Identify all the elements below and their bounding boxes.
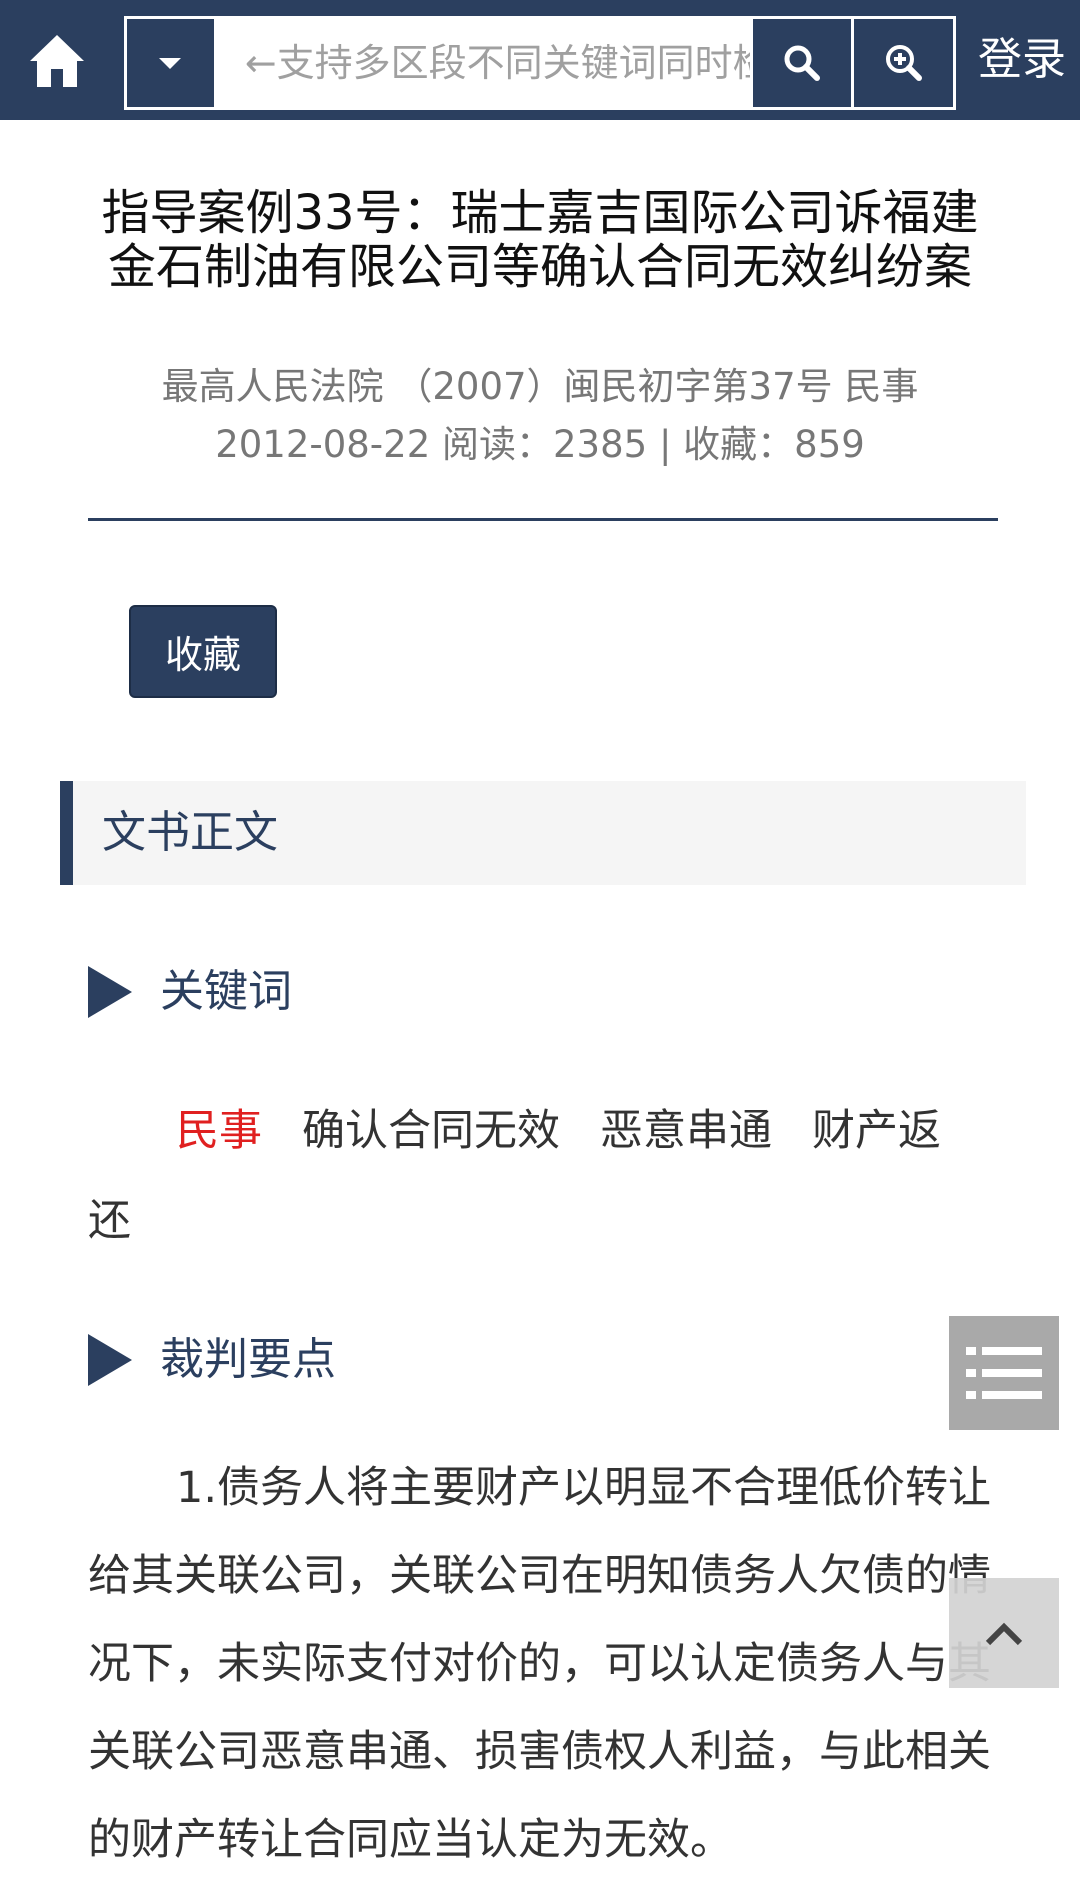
favorite-button[interactable]: 收藏: [129, 605, 277, 698]
court-name: 最高人民法院: [161, 365, 384, 408]
keywords-heading-label: 关键词: [160, 966, 292, 1017]
section-header: 文书正文: [60, 781, 1026, 885]
back-to-top-button[interactable]: [949, 1578, 1059, 1688]
case-meta: 最高人民法院 （2007）闽民初字第37号 民事: [80, 362, 1000, 412]
search-scope-dropdown[interactable]: [127, 19, 217, 107]
keywords-heading: 关键词: [88, 962, 292, 1022]
advanced-search-button[interactable]: [851, 19, 953, 107]
points-heading-label: 裁判要点: [160, 1334, 336, 1385]
zoom-in-icon: [885, 45, 922, 81]
floating-menu-button[interactable]: [949, 1316, 1059, 1430]
section-title: 文书正文: [102, 807, 278, 858]
favs-label: 收藏：: [683, 423, 795, 466]
judgment-point-text: 1.债务人将主要财产以明显不合理低价转让给其关联公司，关联公司在明知债务人欠债的…: [88, 1463, 992, 1865]
caret-down-icon: [159, 57, 182, 69]
keyword-link[interactable]: 确认合同无效: [302, 1106, 560, 1156]
reads-label: 阅读：: [442, 423, 553, 466]
stats-separator: |: [658, 423, 672, 466]
search-button[interactable]: [749, 19, 852, 107]
home-button[interactable]: [22, 28, 92, 92]
header-divider: [88, 518, 998, 521]
search-icon: [784, 45, 820, 81]
section-accent: [60, 781, 73, 885]
publish-date: 2012-08-22: [215, 423, 431, 466]
case-stats: 2012-08-22 阅读：2385 | 收藏：859: [80, 420, 1000, 470]
search-input[interactable]: [216, 19, 750, 107]
keyword-link[interactable]: 恶意串通: [600, 1106, 772, 1156]
keywords-list: 民事 确认合同无效 恶意串通 财产返还: [88, 1086, 988, 1266]
reads-count: 2385: [553, 423, 648, 466]
home-icon: [30, 35, 84, 87]
search-bar: [124, 16, 956, 110]
points-heading: 裁判要点: [88, 1330, 336, 1390]
triangle-right-icon: [88, 1334, 132, 1386]
case-number: （2007）闽民初字第37号: [395, 365, 833, 408]
list-menu-icon: [966, 1347, 1042, 1399]
top-navigation-bar: 登录: [0, 0, 1080, 120]
chevron-up-icon: [985, 1622, 1023, 1646]
case-category: 民事: [844, 365, 919, 408]
triangle-right-icon: [88, 966, 132, 1018]
page-title: 指导案例33号：瑞士嘉吉国际公司诉福建金石制油有限公司等确认合同无效纠纷案: [101, 185, 979, 295]
login-link[interactable]: 登录: [978, 30, 1066, 90]
keyword-link[interactable]: 民事: [176, 1106, 262, 1156]
favs-count: 859: [794, 423, 865, 466]
